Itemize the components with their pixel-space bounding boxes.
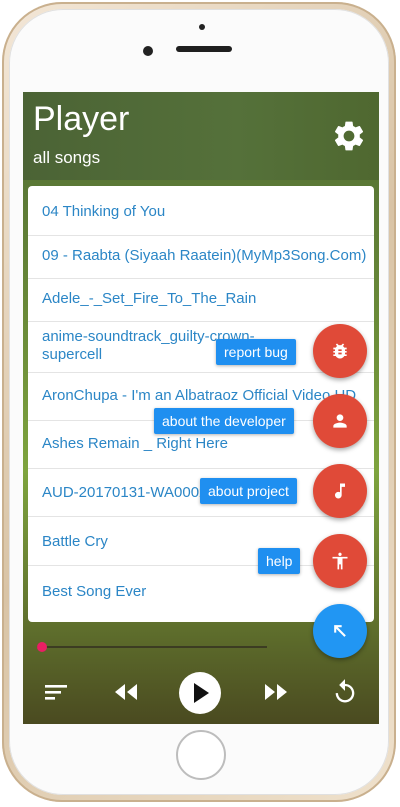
earpiece-speaker (176, 46, 232, 52)
song-title-line2: supercell (42, 346, 103, 363)
song-title: AUD-20170131-WA0002 (42, 484, 208, 501)
song-title: Best Song Ever (42, 583, 147, 600)
song-title: Ashes Remain _ Right Here (42, 435, 228, 452)
accessibility-icon (332, 552, 348, 570)
fast-forward-icon[interactable] (263, 682, 289, 702)
queue-icon[interactable] (43, 681, 69, 703)
home-button[interactable] (176, 730, 226, 780)
repeat-icon[interactable] (331, 678, 359, 706)
help-label[interactable]: help (258, 548, 301, 574)
song-title: 09 - Raabta (Siyaah Raatein)(MyMp3Song.C… (42, 247, 367, 264)
about-project-label[interactable]: about project (200, 478, 297, 504)
about-developer-label[interactable]: about the developer (154, 408, 294, 434)
proximity-sensor (199, 24, 205, 30)
gear-icon[interactable] (331, 118, 367, 154)
about-project-button[interactable] (313, 464, 367, 518)
song-title: 04 Thinking of You (42, 203, 166, 220)
list-item[interactable]: 09 - Raabta (Siyaah Raatein)(MyMp3Song.C… (28, 236, 374, 279)
page-title: Player (33, 100, 130, 138)
play-button[interactable] (179, 672, 221, 714)
help-button[interactable] (313, 534, 367, 588)
front-camera (143, 46, 153, 56)
seek-bar[interactable] (37, 646, 267, 648)
music-note-icon (335, 483, 345, 499)
report-bug-button[interactable] (313, 324, 367, 378)
song-title: AronChupa - I'm an Albatraoz Official Vi… (42, 387, 357, 404)
person-icon (333, 414, 347, 428)
rewind-icon[interactable] (113, 682, 139, 702)
list-item[interactable]: Adele_-_Set_Fire_To_The_Rain (28, 279, 374, 322)
song-title: Battle Cry (42, 533, 108, 550)
page-subtitle: all songs (33, 148, 101, 167)
about-developer-button[interactable] (313, 394, 367, 448)
arrow-up-left-icon (334, 625, 346, 637)
play-icon (194, 683, 209, 703)
report-bug-label[interactable]: report bug (216, 339, 296, 365)
app-bar: Player all songs (23, 92, 379, 180)
song-title: Adele_-_Set_Fire_To_The_Rain (42, 290, 257, 307)
fab-main-button[interactable] (313, 604, 367, 658)
list-item[interactable]: 04 Thinking of You (28, 186, 374, 236)
bug-icon (333, 343, 347, 359)
seek-handle[interactable] (37, 642, 47, 652)
